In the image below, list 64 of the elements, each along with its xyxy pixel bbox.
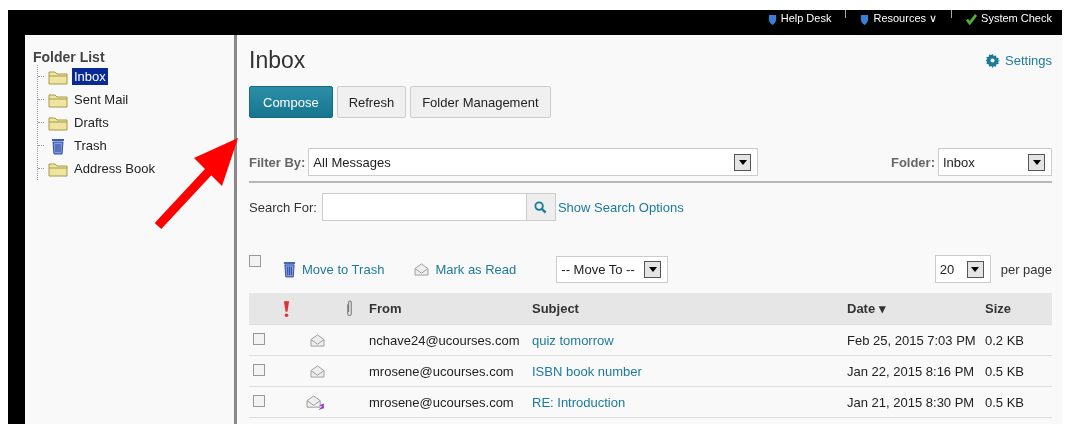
folder-item[interactable]: Trash [72, 137, 109, 154]
envelope-icon [414, 262, 430, 276]
size-cell-text: 0.2 KB [985, 332, 1026, 348]
folder-item[interactable]: Sent Mail [72, 91, 131, 108]
search-label: Search For: [249, 199, 317, 215]
sender-cell-text: mrosene@ucourses.com [369, 394, 515, 410]
shield-icon [767, 14, 777, 25]
column-header[interactable]: Date ▾ [847, 301, 985, 316]
filter-label: Filter By: [249, 154, 306, 170]
date-cell-text: Feb 25, 2015 7:03 PM [847, 332, 977, 348]
top-link[interactable]: Resources ∨ [860, 12, 938, 25]
size-cell-text: 0.5 KB [985, 363, 1026, 379]
column-header[interactable]: Size [985, 301, 1052, 316]
subject-link[interactable]: ISBN book number [532, 363, 847, 379]
folder-icon [48, 91, 68, 108]
folder-item[interactable]: Inbox [72, 68, 108, 85]
search-field[interactable] [321, 193, 527, 221]
subject-link[interactable]: quiz tomorrow [532, 332, 847, 348]
row-checkbox[interactable] [253, 363, 265, 376]
per-page-label: per page [1000, 261, 1052, 277]
move-to-trash-link[interactable]: Move to Trash [283, 260, 385, 278]
priority-icon [283, 299, 290, 318]
column-header[interactable]: Subject [532, 301, 847, 316]
sidebar-title: Folder List [33, 49, 106, 65]
folder-item[interactable]: Address Book [72, 160, 157, 177]
date-cell-text: Jan 21, 2015 8:30 PM [847, 394, 976, 410]
filter-dropdown[interactable]: All Messages [308, 148, 759, 176]
folder-item[interactable]: Drafts [72, 114, 111, 131]
search-options-link[interactable]: Show Search Options [557, 199, 684, 215]
sender-cell-text: nchave24@ucourses.com [369, 332, 521, 348]
search-button[interactable] [526, 193, 556, 221]
top-link[interactable]: Help Desk [767, 12, 832, 25]
subject-link[interactable]: RE: Introduction [532, 394, 847, 410]
move-to-dropdown[interactable]: -- Move To -- [556, 255, 669, 283]
sender-cell-text: mrosene@ucourses.com [369, 363, 515, 379]
toolbar-button[interactable]: Refresh [336, 86, 407, 118]
mark-as-read-link[interactable]: Mark as Read [414, 261, 517, 277]
dropdown-caret-icon [644, 260, 662, 278]
size-cell-text: 0.5 KB [985, 394, 1026, 410]
dropdown-caret-icon [734, 153, 752, 171]
folder-icon [48, 114, 68, 131]
toolbar-button[interactable]: Compose [249, 86, 333, 118]
folder-icon [48, 160, 68, 177]
column-header[interactable]: From [369, 301, 532, 316]
page-title: Inbox [249, 47, 306, 74]
folder-icon [48, 68, 68, 85]
top-link[interactable]: System Check [966, 12, 1052, 25]
shield-icon [860, 14, 870, 25]
select-all-checkbox[interactable] [249, 255, 261, 267]
folder-label: Folder: [890, 154, 935, 170]
settings-link[interactable]: Settings [986, 53, 1052, 68]
folder-dropdown[interactable]: Inbox [938, 148, 1052, 176]
dropdown-caret-icon [1028, 153, 1045, 171]
toolbar-button[interactable]: Folder Management [410, 86, 551, 118]
trash-icon [283, 260, 296, 278]
paperclip-icon [345, 299, 353, 318]
date-cell-text: Jan 22, 2015 8:16 PM [847, 363, 976, 379]
search-icon [534, 200, 548, 214]
row-checkbox[interactable] [253, 332, 265, 345]
dropdown-caret-icon [966, 260, 984, 278]
row-checkbox[interactable] [253, 394, 265, 407]
page-size-dropdown[interactable]: 20 [934, 255, 991, 283]
checkmark-icon [966, 14, 978, 25]
settings-icon [986, 53, 1000, 68]
